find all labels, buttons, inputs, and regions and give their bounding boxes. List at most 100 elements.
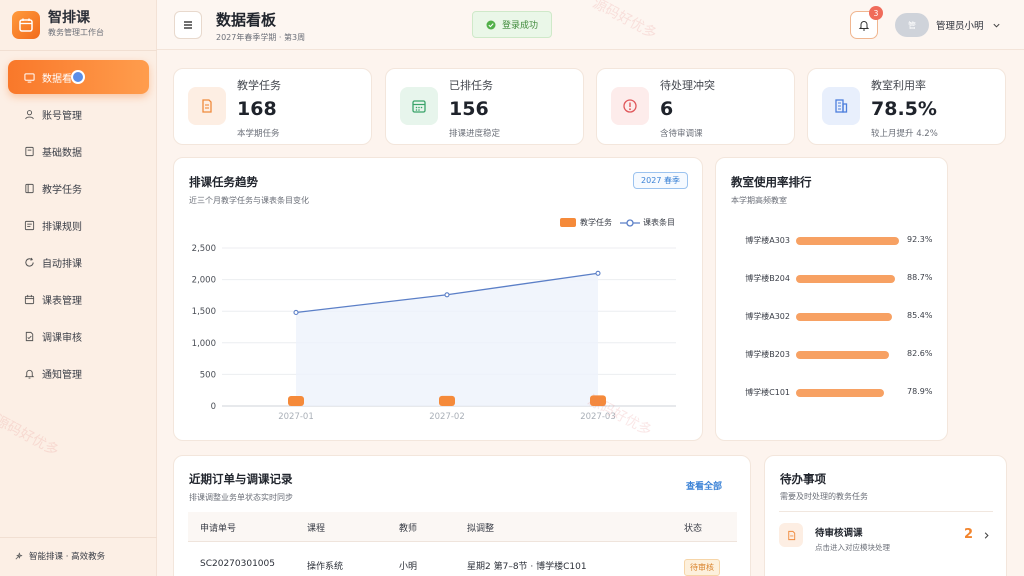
trend-chart-panel: 排课任务趋势 近三个月教学任务与课表条目变化 2027 春季 教学任务 课表条目… bbox=[173, 157, 703, 441]
panel-subtitle: 需要及时处理的教务任务 bbox=[780, 492, 868, 501]
sidebar-item-basic-data[interactable]: 基础数据 bbox=[8, 134, 149, 168]
document-icon bbox=[779, 523, 803, 547]
sidebar-item-label: 课表管理 bbox=[42, 295, 82, 307]
stat-card-conflicts[interactable]: 待处理冲突 6 含待审调课 bbox=[596, 68, 795, 145]
stat-note: 排课进度稳定 bbox=[449, 129, 501, 139]
trend-chart: 0 500 1,000 1,500 2,000 2,500 2027-01 2027-02 20… bbox=[192, 244, 676, 422]
rank-label: 博学楼B204 bbox=[745, 274, 790, 283]
database-icon bbox=[25, 146, 34, 156]
x-tick-label: 2027-03 bbox=[580, 412, 616, 422]
notification-badge: 3 bbox=[869, 6, 883, 20]
rank-track bbox=[796, 389, 908, 397]
sidebar-footer: 智能排课 · 高效教务 bbox=[14, 550, 105, 562]
user-menu[interactable]: 管 管理员小明 bbox=[895, 13, 1001, 37]
rank-bar bbox=[796, 313, 892, 321]
x-tick-label: 2027-02 bbox=[429, 412, 465, 422]
sidebar-footer-text: 智能排课 · 高效教务 bbox=[29, 552, 106, 562]
stat-label: 待处理冲突 bbox=[660, 79, 715, 92]
panel-subtitle: 排课调整业务单状态实时同步 bbox=[189, 493, 293, 502]
table-header: 申请单号 课程 教师 拟调整 状态 bbox=[188, 512, 737, 542]
rank-row: 博学楼C101 78.9% bbox=[716, 386, 948, 400]
stat-label: 教学任务 bbox=[237, 79, 281, 92]
rank-row: 博学楼B203 82.6% bbox=[716, 348, 948, 362]
stat-card-scheduled-tasks[interactable]: 已排任务 156 排课进度稳定 bbox=[385, 68, 584, 145]
sidebar-item-rules[interactable]: 排课规则 bbox=[8, 208, 149, 242]
chevron-down-icon bbox=[992, 23, 1000, 28]
rank-label: 博学楼A303 bbox=[745, 236, 790, 245]
refresh-icon bbox=[25, 257, 34, 267]
sidebar-item-accounts[interactable]: 账号管理 bbox=[8, 97, 149, 131]
calendar-icon bbox=[400, 87, 438, 125]
panel-title: 待办事项 bbox=[780, 472, 826, 486]
sidebar-item-timetable[interactable]: 课表管理 bbox=[8, 282, 149, 316]
sidebar-item-review[interactable]: 调课审核 bbox=[8, 319, 149, 353]
column-header: 课程 bbox=[307, 524, 326, 534]
page-subtitle: 2027年春季学期 · 第3周 bbox=[216, 33, 306, 42]
bell-icon bbox=[858, 21, 870, 31]
toast-text: 登录成功 bbox=[501, 21, 538, 31]
todo-count: 2 bbox=[964, 527, 974, 542]
sidebar: 智排课 教务管理工作台 数据看板 账号管理 基础数据 教学任务 排课规则 自动排 bbox=[0, 0, 157, 576]
page-title: 数据看板 bbox=[216, 11, 277, 29]
sidebar-item-notifications[interactable]: 通知管理 bbox=[8, 356, 149, 390]
rank-row: 博学楼A302 85.4% bbox=[716, 310, 948, 324]
line-point bbox=[444, 292, 450, 298]
cell-teacher: 小明 bbox=[399, 562, 418, 572]
alert-icon bbox=[611, 87, 649, 125]
sidebar-item-auto-schedule[interactable]: 自动排课 bbox=[8, 245, 149, 279]
orders-panel: 近期订单与调课记录 排课调整业务单状态实时同步 查看全部 申请单号 课程 教师 … bbox=[173, 455, 751, 576]
y-tick-label: 2,500 bbox=[192, 244, 216, 254]
check-circle-icon bbox=[486, 20, 496, 29]
notification-button[interactable]: 3 bbox=[850, 6, 883, 39]
todo-item[interactable]: 待审核调课 点击进入对应模块处理 2 bbox=[779, 511, 993, 556]
sidebar-nav: 数据看板 账号管理 基础数据 教学任务 排课规则 自动排课 课表管理 调课审核 … bbox=[8, 60, 149, 393]
column-header: 教师 bbox=[399, 524, 418, 534]
rank-label: 博学楼A302 bbox=[745, 312, 790, 321]
bell-icon bbox=[24, 369, 35, 379]
room-rank-panel: 教室使用率排行 本学期高频教室 博学楼A303 92.3% 博学楼B204 88.7%… bbox=[715, 157, 948, 441]
stat-note: 含待审调课 bbox=[660, 129, 703, 139]
rank-track bbox=[796, 313, 908, 321]
rank-track bbox=[796, 237, 908, 245]
sidebar-item-label: 排课规则 bbox=[42, 221, 82, 233]
menu-toggle-button[interactable] bbox=[174, 11, 202, 39]
cell-change: 星期2 第7–8节 · 博学楼C101 bbox=[467, 562, 587, 572]
bar bbox=[439, 395, 455, 406]
hamburger-icon bbox=[184, 21, 192, 29]
dashboard-icon bbox=[24, 72, 35, 83]
sidebar-item-dashboard[interactable]: 数据看板 bbox=[8, 60, 149, 94]
column-header: 申请单号 bbox=[200, 524, 237, 534]
user-icon bbox=[25, 109, 34, 119]
stat-value: 168 bbox=[237, 98, 277, 120]
column-header: 状态 bbox=[684, 524, 703, 534]
calendar-icon bbox=[24, 294, 35, 304]
success-toast: 登录成功 bbox=[472, 11, 552, 38]
brand[interactable]: 智排课 教务管理工作台 bbox=[12, 10, 104, 39]
user-name: 管理员小明 bbox=[936, 21, 984, 32]
sidebar-item-label: 调课审核 bbox=[42, 332, 82, 344]
stat-card-room-utilization[interactable]: 教室利用率 78.5% 较上月提升 4.2% bbox=[807, 68, 1006, 145]
rank-row: 博学楼A303 92.3% bbox=[716, 234, 948, 248]
rules-icon bbox=[24, 220, 35, 230]
brand-name: 智排课 bbox=[48, 10, 90, 26]
rank-bar bbox=[796, 351, 889, 359]
y-tick-label: 1,500 bbox=[192, 307, 216, 317]
panel-subtitle: 本学期高频教室 bbox=[731, 196, 787, 205]
rank-bar bbox=[796, 237, 900, 245]
panel-title: 近期订单与调课记录 bbox=[189, 472, 293, 486]
bar bbox=[590, 395, 606, 406]
sidebar-item-label: 账号管理 bbox=[42, 110, 82, 122]
y-tick-label: 1,000 bbox=[192, 339, 216, 349]
stat-value: 6 bbox=[660, 98, 674, 120]
stat-card-teaching-tasks[interactable]: 教学任务 168 本学期任务 bbox=[173, 68, 372, 145]
rank-label: 博学楼B203 bbox=[745, 350, 790, 359]
sidebar-item-teaching-tasks[interactable]: 教学任务 bbox=[8, 171, 149, 205]
sidebar-item-label: 教学任务 bbox=[42, 184, 82, 196]
rank-value: 78.9% bbox=[907, 387, 933, 396]
sidebar-item-label: 自动排课 bbox=[42, 258, 82, 270]
rank-row: 博学楼B204 88.7% bbox=[716, 272, 948, 286]
divider bbox=[0, 50, 157, 51]
view-all-link[interactable]: 查看全部 bbox=[686, 479, 722, 492]
table-row[interactable]: SC20270301005 操作系统 小明 星期2 第7–8节 · 博学楼C10… bbox=[188, 550, 737, 576]
brand-subtitle: 教务管理工作台 bbox=[48, 28, 104, 37]
